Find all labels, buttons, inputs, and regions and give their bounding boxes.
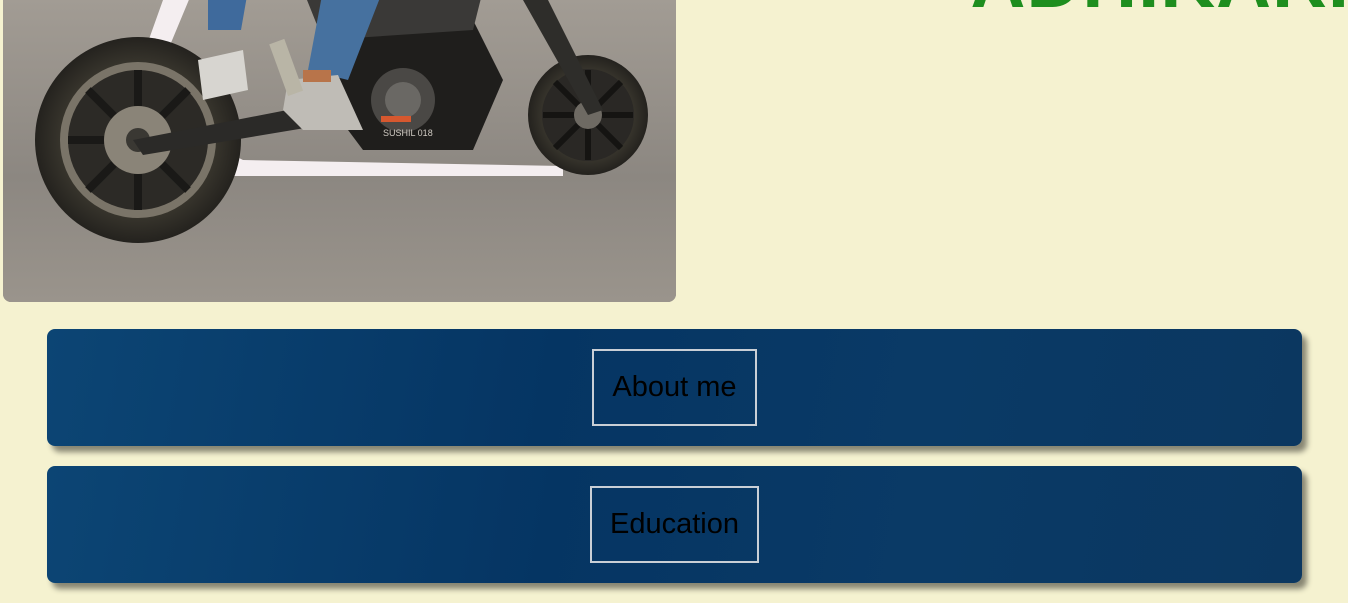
education-section-bar: Education xyxy=(47,466,1302,583)
education-button[interactable]: Education xyxy=(590,486,759,563)
about-me-button[interactable]: About me xyxy=(592,349,757,426)
photo-watermark: SUSHIL 018 xyxy=(383,128,433,138)
motorcycle-photo: SUSHIL 018 xyxy=(3,0,676,302)
page: SUSHIL 018 ADHIKARI About me Education xyxy=(0,0,1348,603)
site-name-heading: ADHIKARI xyxy=(970,0,1348,20)
motorcycle-illustration: SUSHIL 018 xyxy=(3,0,676,302)
about-section-bar: About me xyxy=(47,329,1302,446)
